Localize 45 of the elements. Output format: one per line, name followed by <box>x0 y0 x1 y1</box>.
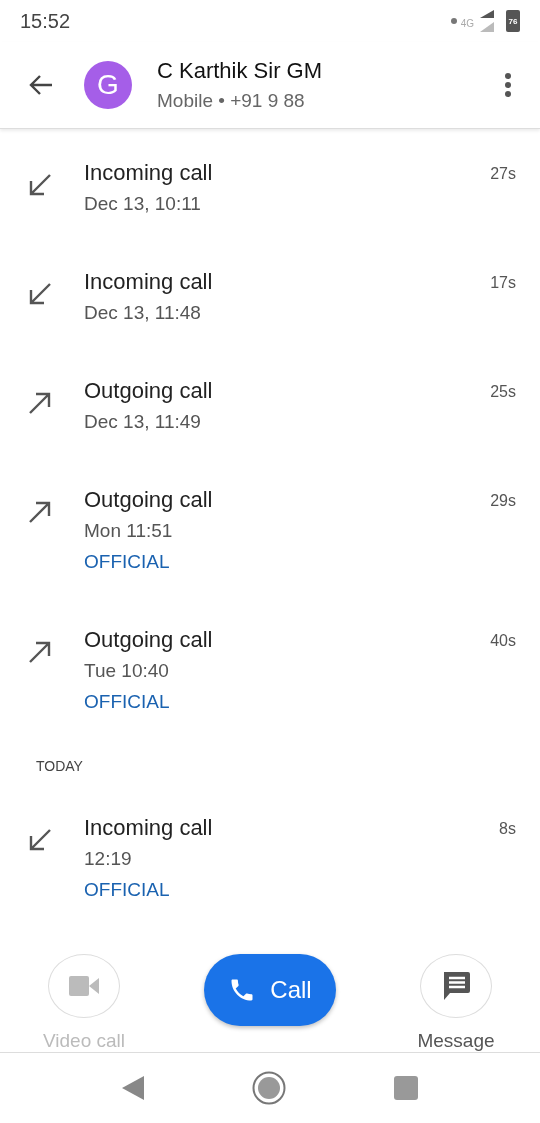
signal-icon <box>478 10 494 32</box>
video-camera-icon <box>69 976 99 996</box>
nav-back-icon[interactable] <box>122 1076 144 1100</box>
call-duration: 8s <box>499 820 516 838</box>
call-type: Incoming call <box>84 268 214 296</box>
battery-icon: 76 <box>506 10 520 32</box>
call-label: OFFICIAL <box>84 878 171 902</box>
call-type: Outgoing call <box>84 486 214 514</box>
call-time: 12:19 <box>84 847 133 871</box>
call-time: Dec 13, 11:48 <box>84 301 202 325</box>
more-icon[interactable] <box>504 72 512 98</box>
call-time: Tue 10:40 <box>84 659 170 683</box>
message-icon <box>441 971 471 1001</box>
call-duration: 25s <box>490 383 516 401</box>
call-duration: 40s <box>490 632 516 650</box>
incoming-arrow-icon <box>28 173 52 197</box>
call-duration: 29s <box>490 492 516 510</box>
call-time: Dec 13, 11:49 <box>84 410 202 434</box>
call-duration: 27s <box>490 165 516 183</box>
outgoing-arrow-icon <box>28 640 52 664</box>
call-duration: 17s <box>490 274 516 292</box>
dot-icon <box>450 18 457 24</box>
contact-name: C Karthik Sir GM <box>157 58 324 84</box>
message-label: Message <box>417 1030 495 1052</box>
call-type: Outgoing call <box>84 626 214 654</box>
network-type: 4G <box>460 18 474 29</box>
call-type: Incoming call <box>84 814 214 842</box>
contact-avatar: G <box>84 61 132 109</box>
nav-home-icon[interactable] <box>252 1071 286 1105</box>
call-type: Outgoing call <box>84 377 214 405</box>
call-label: OFFICIAL <box>84 690 171 714</box>
call-time: Dec 13, 10:11 <box>84 192 202 216</box>
call-type: Incoming call <box>84 159 214 187</box>
back-icon[interactable] <box>28 74 54 96</box>
video-call-label: Video call <box>42 1030 125 1052</box>
section-header: TODAY <box>35 757 84 776</box>
contact-number: Mobile • +91 9 88 <box>157 90 306 112</box>
incoming-arrow-icon <box>28 828 52 852</box>
call-time: Mon 11:51 <box>84 519 174 543</box>
status-time: 15:52 <box>20 9 71 33</box>
outgoing-arrow-icon <box>28 500 52 524</box>
call-button[interactable]: Call <box>204 954 336 1026</box>
outgoing-arrow-icon <box>28 391 52 415</box>
incoming-arrow-icon <box>28 282 52 306</box>
call-label: OFFICIAL <box>84 550 171 574</box>
